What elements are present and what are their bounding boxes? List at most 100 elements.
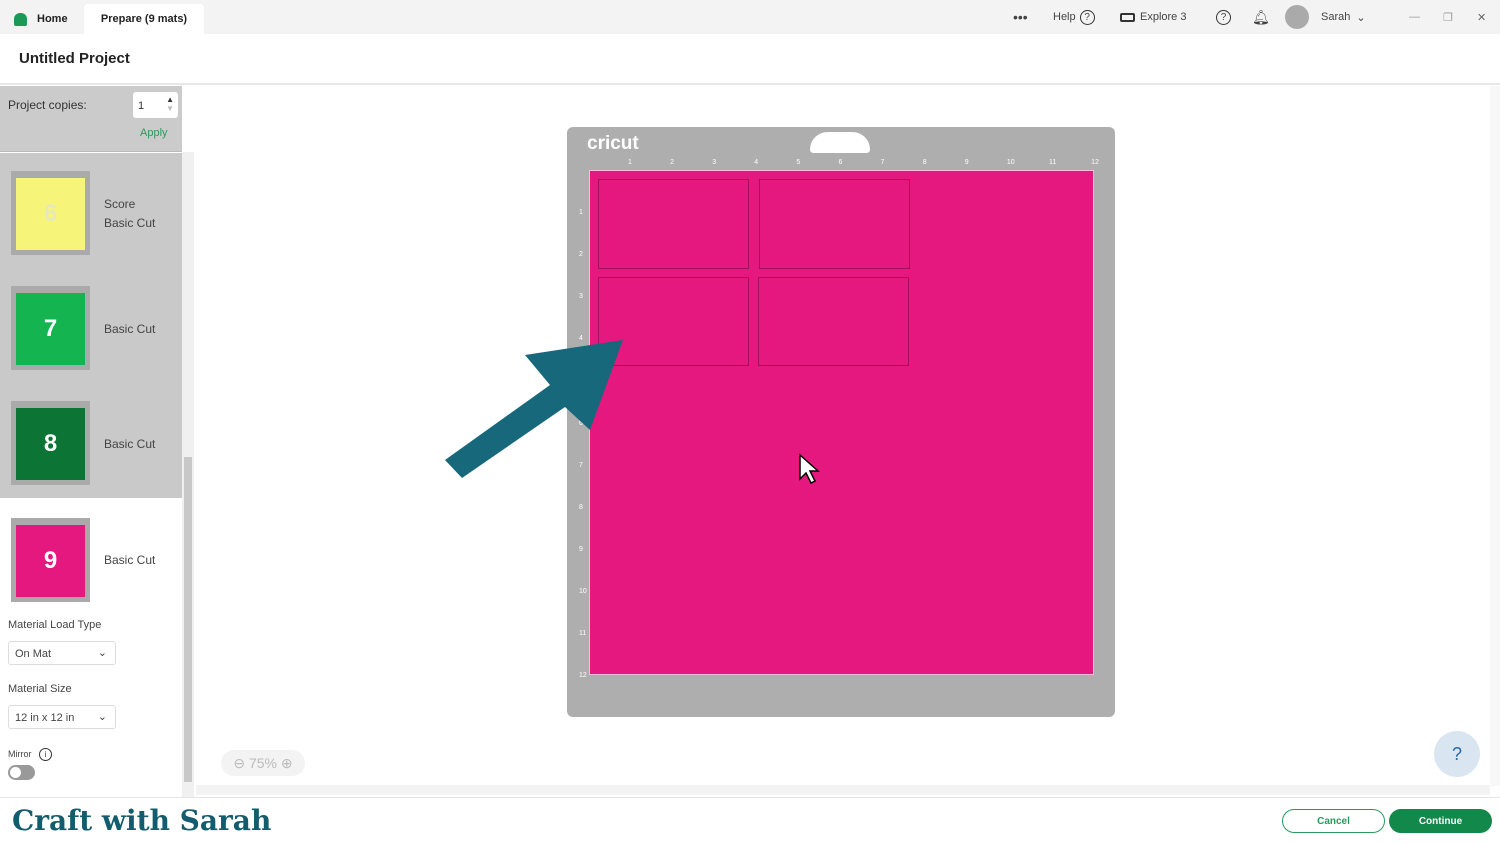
material-load-label: Material Load Type (8, 619, 102, 631)
mat-thumbnail: 8 (11, 401, 90, 485)
mat-thumbnail: 7 (11, 286, 90, 370)
ruler-tick: 8 (579, 503, 583, 511)
material-size-select[interactable]: 12 in x 12 in ⌄ (8, 705, 116, 729)
mat-operation: Basic Cut (104, 437, 156, 451)
user-name: Sarah (1321, 11, 1351, 23)
watermark-logo: Craft with Sarah (12, 804, 272, 837)
mirror-label: Mirror (8, 749, 32, 759)
mat-item-6[interactable]: 6 Score Basic Cut (0, 153, 182, 268)
info-icon[interactable]: i (39, 748, 52, 761)
bell-icon: 🔔︎ (1252, 8, 1270, 25)
cancel-button[interactable]: Cancel (1282, 809, 1385, 833)
machine-icon (1120, 12, 1135, 22)
ruler-tick: 11 (579, 630, 587, 637)
ruler-tick: 9 (579, 545, 583, 553)
ruler-tick: 1 (579, 209, 583, 216)
zoom-level: 75% (248, 755, 278, 771)
stepper-arrows-icon[interactable]: ▲ ▼ (166, 95, 174, 113)
copies-label: Project copies: (8, 98, 87, 112)
copies-input[interactable]: 1 ▲ ▼ (133, 92, 178, 118)
material-load-select[interactable]: On Mat ⌄ (8, 641, 116, 665)
user-menu[interactable]: Sarah ⌄ (1285, 0, 1366, 34)
more-menu-button[interactable]: ••• (1013, 0, 1028, 34)
mat-number: 7 (16, 293, 85, 365)
continue-button[interactable]: Continue (1389, 809, 1492, 833)
ruler-tick: 9 (964, 159, 969, 166)
zoom-in-button[interactable]: ⊕ (281, 755, 293, 772)
notifications-button[interactable]: 🔔︎ (1252, 0, 1270, 34)
horizontal-scrollbar[interactable] (196, 785, 1490, 795)
zoom-control: ⊖ 75% ⊕ (221, 750, 305, 776)
mat-thumbnail: 6 (11, 171, 90, 255)
mat-thumbnail: 9 (11, 518, 90, 602)
mat-number: 9 (16, 525, 85, 597)
footer: Craft with Sarah Cancel Continue (0, 797, 1500, 844)
ruler-tick: 10 (1006, 159, 1015, 166)
chat-question-icon: ? (1216, 9, 1231, 25)
machine-button[interactable]: Explore 3 (1120, 0, 1186, 34)
design-rectangle[interactable] (759, 179, 910, 269)
help-bubble-button[interactable]: ? (1434, 731, 1480, 777)
mat-notch (810, 132, 870, 153)
mat-number: 8 (16, 408, 85, 480)
machine-label: Explore 3 (1140, 11, 1187, 23)
support-chat-button[interactable]: ? (1212, 0, 1231, 34)
sidebar-scrollbar[interactable] (182, 152, 194, 797)
ruler-tick: 1 (628, 159, 632, 166)
chevron-down-icon: ⌄ (1356, 11, 1366, 24)
mat-item-8[interactable]: 8 Basic Cut (0, 383, 182, 498)
tab-home-label: Home (37, 13, 68, 25)
avatar (1285, 5, 1309, 29)
help-label: Help (1053, 11, 1076, 23)
mat-number: 6 (16, 178, 85, 250)
ruler-tick: 3 (579, 293, 583, 301)
tab-home[interactable]: Home (14, 4, 68, 34)
ruler-tick: 11 (1049, 159, 1057, 166)
tab-prepare[interactable]: Prepare (9 mats) (84, 4, 204, 34)
copies-value: 1 (138, 100, 145, 112)
mat-operation: Basic Cut (104, 322, 156, 336)
material-load-value: On Mat (15, 648, 52, 660)
design-rectangle[interactable] (598, 179, 749, 269)
ruler-tick: 7 (880, 159, 885, 166)
mat-item-9[interactable]: 9 Basic Cut (0, 500, 182, 615)
chevron-down-icon: ⌄ (97, 711, 107, 723)
scrollbar-thumb[interactable] (184, 457, 192, 782)
ruler-tick: 8 (922, 159, 927, 166)
project-header: Untitled Project (0, 34, 1500, 85)
mouse-cursor-icon (799, 453, 820, 485)
help-button[interactable]: Help? (1053, 0, 1095, 34)
ruler-tick: 12 (1091, 159, 1099, 166)
mirror-toggle[interactable] (8, 765, 35, 780)
top-bar: Home Prepare (9 mats) ••• Help? Explore … (0, 0, 1500, 34)
mat-operation: Basic Cut (104, 553, 156, 567)
ruler-tick: 12 (579, 672, 587, 680)
project-copies: Project copies: 1 ▲ ▼ Apply (0, 86, 182, 152)
vertical-scrollbar[interactable] (1490, 86, 1500, 786)
ruler-tick: 6 (838, 159, 843, 166)
ruler-tick: 3 (712, 159, 717, 166)
cricut-logo: cricut (587, 133, 639, 154)
annotation-arrow-icon (445, 340, 623, 478)
page-title: Untitled Project (19, 50, 130, 67)
mat-item-7[interactable]: 7 Basic Cut (0, 268, 182, 383)
material-size-value: 12 in x 12 in (15, 712, 75, 724)
apply-button[interactable]: Apply (140, 127, 168, 139)
ruler-tick: 2 (579, 251, 583, 259)
close-button[interactable]: ✕ (1477, 0, 1486, 34)
ruler-tick: 4 (754, 159, 759, 166)
home-icon (14, 12, 27, 26)
restore-button[interactable]: ❐ (1443, 0, 1453, 34)
ruler-tick: 10 (579, 587, 587, 595)
mat-operation: Basic Cut (104, 216, 156, 230)
mat-canvas[interactable] (589, 170, 1094, 675)
ruler-tick: 2 (670, 159, 674, 166)
ruler-tick: 5 (796, 159, 801, 166)
zoom-out-button[interactable]: ⊖ (233, 755, 245, 772)
question-icon: ? (1079, 9, 1095, 25)
mat-operation: Score (104, 197, 136, 211)
design-rectangle[interactable] (758, 277, 909, 366)
material-size-label: Material Size (8, 683, 72, 695)
chevron-down-icon: ⌄ (97, 647, 107, 659)
minimize-button[interactable]: — (1409, 0, 1420, 34)
